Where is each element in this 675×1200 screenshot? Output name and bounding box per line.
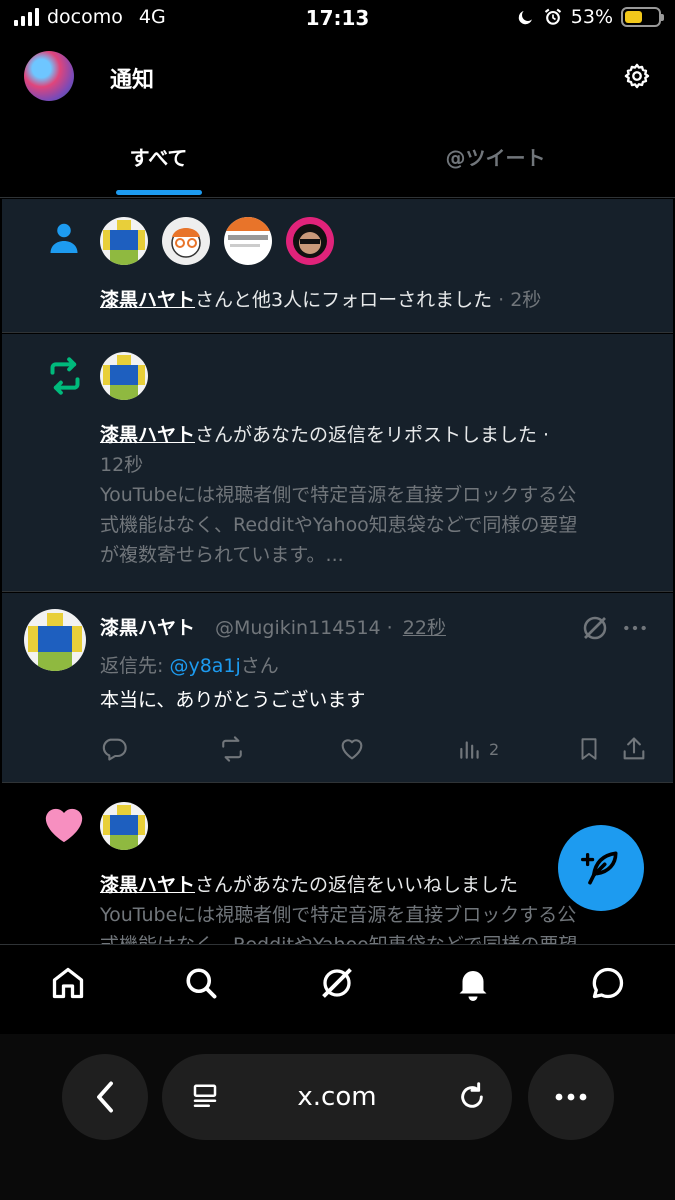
share-icon (623, 737, 645, 760)
repost-icon (222, 736, 242, 762)
avatar[interactable] (162, 217, 210, 265)
battery-percent: 53% (570, 6, 613, 28)
back-button[interactable] (62, 1054, 148, 1140)
heart-icon (341, 739, 363, 760)
alarm-icon (544, 8, 561, 25)
more-icon[interactable] (622, 617, 648, 639)
header: 通知 すべて @ツイート (0, 38, 675, 198)
grok-icon[interactable] (580, 613, 610, 643)
avatar[interactable] (100, 352, 148, 400)
tweet-preview: YouTubeには視聴者側で特定音源を直接ブロックする公 式機能はなく、Redd… (100, 904, 577, 944)
bell-icon[interactable] (455, 965, 491, 1001)
more-options-button[interactable] (528, 1054, 614, 1140)
timestamp: · 2秒 (498, 289, 542, 311)
grok-icon[interactable] (319, 965, 355, 1001)
like-button[interactable] (338, 735, 366, 763)
author-handle: @Mugikin114514 · 22秒 (215, 617, 446, 639)
reply-button[interactable] (100, 735, 128, 763)
mention-link[interactable]: @y8a1j (169, 655, 240, 677)
comment-icon (102, 738, 127, 761)
person-icon (50, 223, 78, 253)
repost-notification[interactable]: 漆黒ハヤトさんがあなたの返信をリポストしました · 12秒 YouTubeには視… (2, 334, 673, 592)
user-link[interactable]: 漆黒ハヤト (100, 874, 195, 896)
feather-plus-icon (581, 851, 618, 885)
follow-text: 漆黒ハヤトさんと他3人にフォローされました · 2秒 (100, 289, 542, 311)
reply-tweet[interactable]: 漆黒ハヤト @Mugikin114514 · 22秒 返信先: @y8a1jさん… (2, 593, 673, 783)
address-bar[interactable]: x.com (162, 1054, 512, 1140)
reload-icon[interactable] (456, 1081, 488, 1113)
views-button[interactable]: 2 (457, 735, 499, 763)
avatar[interactable] (100, 802, 148, 850)
author-name[interactable]: 漆黒ハヤト (100, 613, 195, 640)
avatar[interactable] (100, 217, 148, 265)
share-button[interactable] (620, 735, 648, 763)
user-link[interactable]: 漆黒ハヤト (100, 424, 195, 446)
follow-notification[interactable]: 漆黒ハヤトさんと他3人にフォローされました · 2秒 (2, 199, 673, 333)
tab-all[interactable]: すべて (0, 142, 317, 171)
home-icon[interactable] (50, 965, 86, 1001)
bookmark-button[interactable] (576, 735, 602, 763)
bar-chart-icon (460, 741, 479, 759)
compose-button[interactable] (558, 825, 644, 911)
status-bar: docomo 4G 17:13 53% (0, 0, 675, 38)
repost-text: 漆黒ハヤトさんがあなたの返信をリポストしました · 12秒 (100, 424, 550, 476)
repost-button[interactable] (217, 735, 247, 763)
browser-toolbar: x.com (0, 1034, 675, 1200)
page-title: 通知 (110, 68, 155, 93)
bottom-nav (0, 944, 675, 1034)
heart-icon (45, 808, 83, 843)
gear-icon[interactable] (623, 62, 651, 90)
bookmark-icon (581, 738, 597, 760)
moon-icon (518, 11, 532, 25)
user-link[interactable]: 漆黒ハヤト (100, 289, 195, 311)
views-count: 2 (489, 739, 500, 759)
profile-avatar[interactable] (24, 51, 74, 101)
repost-icon (50, 357, 80, 395)
avatar[interactable] (224, 217, 272, 265)
tab-mentions[interactable]: @ツイート (337, 142, 654, 171)
timestamp[interactable]: 22秒 (403, 617, 446, 639)
more-icon (555, 1093, 587, 1101)
like-text: 漆黒ハヤトさんがあなたの返信をいいねしました (100, 874, 519, 896)
battery-icon (621, 7, 664, 27)
chevron-left-icon (97, 1081, 113, 1113)
timestamp: 12秒 (100, 454, 144, 476)
reply-to-line: 返信先: @y8a1jさん (100, 655, 279, 677)
avatar[interactable] (24, 609, 86, 671)
search-icon[interactable] (183, 965, 219, 1001)
tweet-body: 本当に、ありがとうございます (100, 689, 366, 711)
messages-icon[interactable] (590, 965, 626, 1001)
active-tab-indicator (116, 190, 202, 195)
tweet-preview: YouTubeには視聴者側で特定音源を直接ブロックする公 式機能はなく、Redd… (100, 484, 578, 566)
avatar[interactable] (286, 217, 334, 265)
